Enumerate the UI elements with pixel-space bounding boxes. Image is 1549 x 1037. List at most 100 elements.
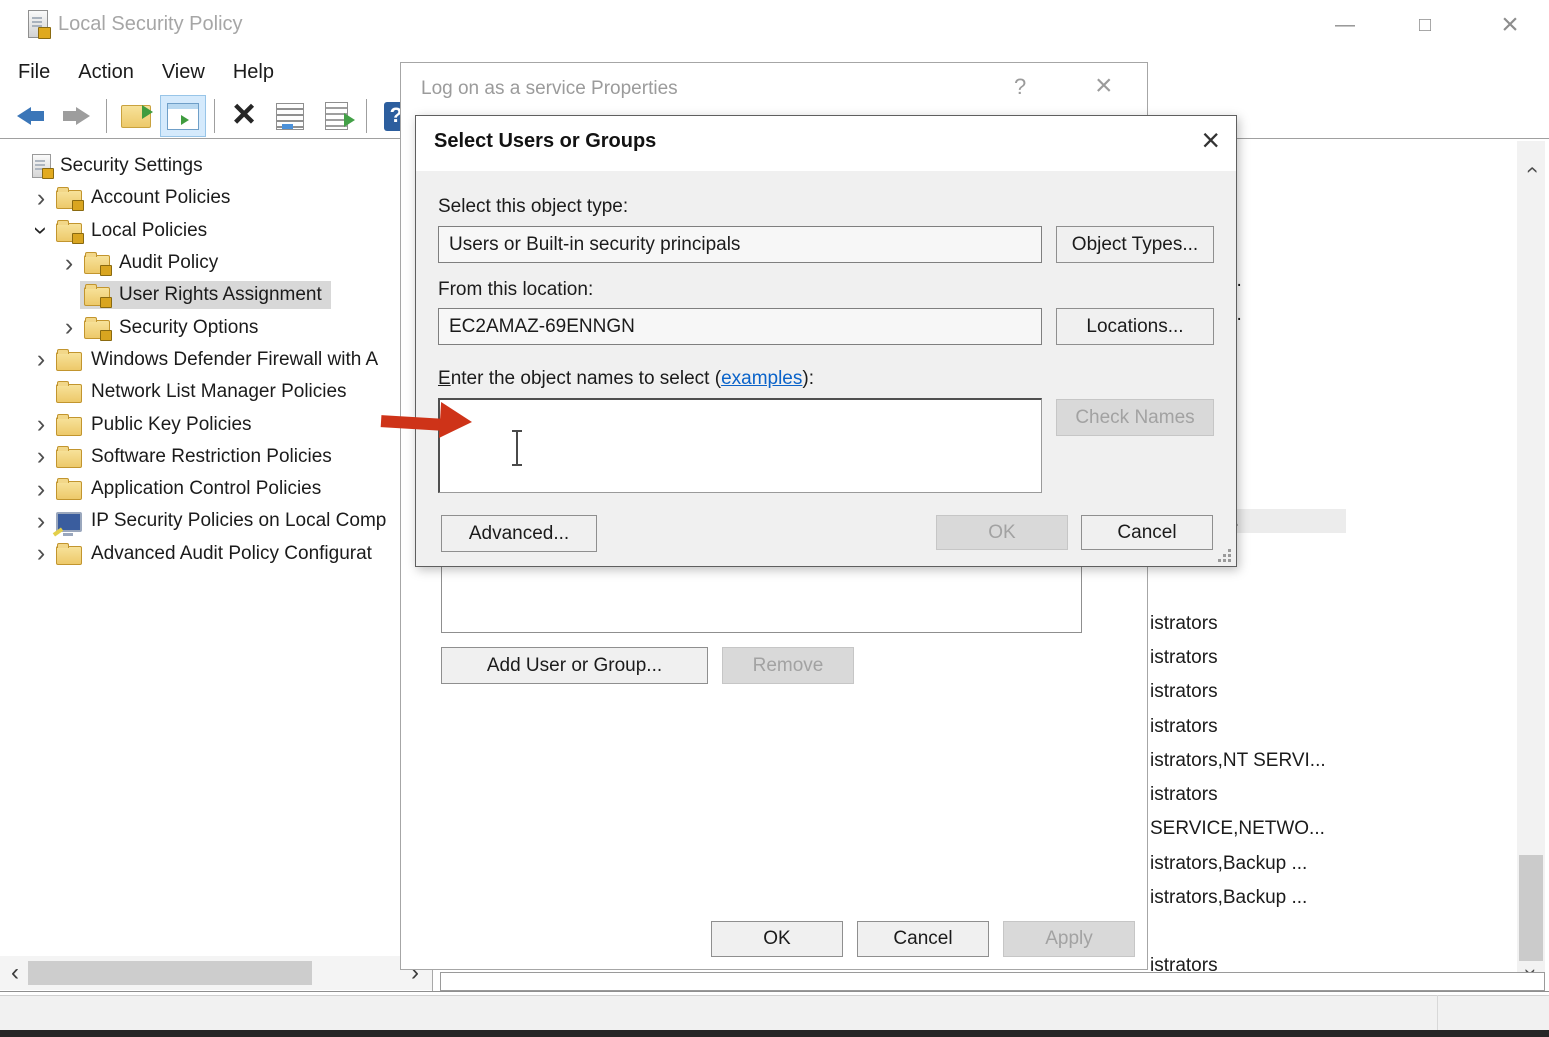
- tree-item-icon: [84, 287, 110, 306]
- menu-item[interactable]: Help: [219, 61, 288, 84]
- list-item[interactable]: istrators: [1148, 709, 1346, 743]
- tree-item-row-body: Windows Defender Firewall with A: [52, 346, 387, 374]
- tree-item-row-body: Public Key Policies: [52, 411, 261, 439]
- scroll-left-icon[interactable]: ‹: [2, 956, 28, 990]
- tree-item-icon: [56, 449, 82, 468]
- tree-item[interactable]: Security Settings: [0, 150, 432, 182]
- tree-item[interactable]: Application Control Policies: [0, 473, 432, 505]
- tree-horizontal-scrollbar[interactable]: ‹ ›: [0, 956, 432, 990]
- properties-icon[interactable]: [268, 96, 312, 136]
- tree-item[interactable]: Software Restriction Policies: [0, 441, 432, 473]
- tree-item[interactable]: Local Policies: [0, 215, 432, 247]
- close-button[interactable]: ×: [1478, 0, 1542, 50]
- app-icon: [28, 10, 48, 38]
- expander-chevron-icon[interactable]: [58, 251, 80, 276]
- tree-item-icon: [56, 384, 82, 403]
- tree-item[interactable]: Advanced Audit Policy Configurat: [0, 538, 432, 570]
- delete-icon[interactable]: [222, 96, 266, 136]
- tree-item[interactable]: Audit Policy: [0, 247, 432, 279]
- expander-chevron-icon[interactable]: [30, 444, 52, 469]
- export-folder-icon[interactable]: [114, 96, 158, 136]
- tree-item[interactable]: IP Security Policies on Local Comp: [0, 505, 432, 537]
- minimize-button[interactable]: —: [1313, 0, 1377, 50]
- vertical-scrollbar[interactable]: › ›: [1517, 141, 1545, 991]
- tree-item[interactable]: Security Options: [0, 311, 432, 343]
- tree-item-icon: [56, 546, 82, 565]
- list-item-text: istrators: [1148, 680, 1224, 704]
- tree-item-icon: [56, 190, 82, 209]
- object-types-button[interactable]: Object Types...: [1056, 226, 1214, 263]
- forward-icon[interactable]: [54, 96, 98, 136]
- list-item[interactable]: SERVICE,NETWO...: [1148, 812, 1346, 846]
- menu-item[interactable]: Action: [64, 61, 148, 84]
- resize-grip[interactable]: [1219, 550, 1231, 562]
- menu-item[interactable]: File: [4, 61, 64, 84]
- list-horizontal-scrollbar[interactable]: [440, 972, 1545, 991]
- tree-item[interactable]: Network List Manager Policies: [0, 376, 432, 408]
- show-console-tree-icon[interactable]: [160, 95, 206, 137]
- locations-button[interactable]: Locations...: [1056, 308, 1214, 345]
- expander-chevron-icon[interactable]: [30, 477, 52, 502]
- toolbar-separator[interactable]: [208, 96, 220, 136]
- tree-item[interactable]: Windows Defender Firewall with A: [0, 344, 432, 376]
- menu-item[interactable]: View: [148, 61, 219, 84]
- expander-chevron-icon[interactable]: [58, 315, 80, 340]
- object-names-input[interactable]: [438, 398, 1042, 493]
- enter-object-names-label: Enter the object names to select (exampl…: [438, 368, 814, 390]
- list-item[interactable]: istrators: [1148, 607, 1346, 641]
- tree-item[interactable]: Public Key Policies: [0, 408, 432, 440]
- tree-item-label: Public Key Policies: [91, 414, 252, 436]
- tree-item-row-body: Audit Policy: [80, 249, 227, 277]
- export-list-icon[interactable]: [314, 96, 358, 136]
- scroll-up-icon[interactable]: ›: [1518, 156, 1544, 184]
- add-user-or-group-button[interactable]: Add User or Group...: [441, 647, 708, 684]
- menu-bar: File Action View Help: [0, 50, 288, 94]
- expander-chevron-icon[interactable]: [30, 541, 52, 566]
- list-item[interactable]: istrators,Backup ...: [1148, 847, 1346, 881]
- select-cancel-button[interactable]: Cancel: [1081, 515, 1213, 550]
- properties-ok-button[interactable]: OK: [711, 921, 843, 957]
- list-item-text: [1148, 589, 1156, 591]
- list-item[interactable]: istrators,Backup ...: [1148, 881, 1346, 915]
- tree-item-icon: [56, 352, 82, 371]
- list-item[interactable]: istrators: [1148, 778, 1346, 812]
- vertical-scrollbar-thumb[interactable]: [1519, 855, 1543, 961]
- list-item[interactable]: [1148, 572, 1346, 606]
- tree-item-label: Software Restriction Policies: [91, 446, 332, 468]
- tree-item-label: Advanced Audit Policy Configurat: [91, 543, 372, 565]
- list-item[interactable]: istrators: [1148, 641, 1346, 675]
- list-item[interactable]: istrators: [1148, 675, 1346, 709]
- list-item[interactable]: istrators,NT SERVI...: [1148, 744, 1346, 778]
- select-users-or-groups-dialog: Select Users or Groups × Select this obj…: [415, 115, 1237, 567]
- dialog-close-icon[interactable]: ×: [1095, 69, 1113, 103]
- toolbar-separator[interactable]: [360, 96, 372, 136]
- dialog-title-bar: Select Users or Groups ×: [416, 116, 1236, 171]
- tree-item-icon: [84, 255, 110, 274]
- maximize-button[interactable]: □: [1393, 0, 1457, 50]
- expander-chevron-icon[interactable]: [30, 186, 52, 211]
- expander-chevron-icon[interactable]: [30, 218, 52, 243]
- properties-cancel-button[interactable]: Cancel: [857, 921, 989, 957]
- tree-item-row-body: Local Policies: [52, 217, 216, 245]
- text-cursor-icon: [509, 429, 525, 467]
- expander-chevron-icon[interactable]: [30, 347, 52, 372]
- tree-item-label: Application Control Policies: [91, 478, 321, 500]
- examples-link[interactable]: examples: [721, 368, 802, 389]
- tree-horizontal-scrollbar-thumb[interactable]: [28, 961, 312, 985]
- back-icon[interactable]: [8, 96, 52, 136]
- tree-item-label: Audit Policy: [119, 252, 218, 274]
- tree-item[interactable]: User Rights Assignment: [0, 279, 432, 311]
- dialog-help-icon[interactable]: ?: [1014, 74, 1026, 100]
- expander-chevron-icon[interactable]: [30, 509, 52, 534]
- toolbar-separator[interactable]: [100, 96, 112, 136]
- tree: Security Settings Account Policies: [0, 150, 432, 570]
- list-item[interactable]: [1148, 915, 1346, 949]
- pane-bottom-border: [0, 991, 1549, 992]
- tree-item-row-body: IP Security Policies on Local Comp: [52, 507, 395, 535]
- object-type-label: Select this object type:: [438, 196, 628, 218]
- dialog-close-icon[interactable]: ×: [1201, 122, 1220, 159]
- tree-item[interactable]: Account Policies: [0, 182, 432, 214]
- expander-chevron-icon[interactable]: [30, 412, 52, 437]
- assigned-users-listbox[interactable]: [441, 561, 1082, 633]
- advanced-button[interactable]: Advanced...: [441, 515, 597, 552]
